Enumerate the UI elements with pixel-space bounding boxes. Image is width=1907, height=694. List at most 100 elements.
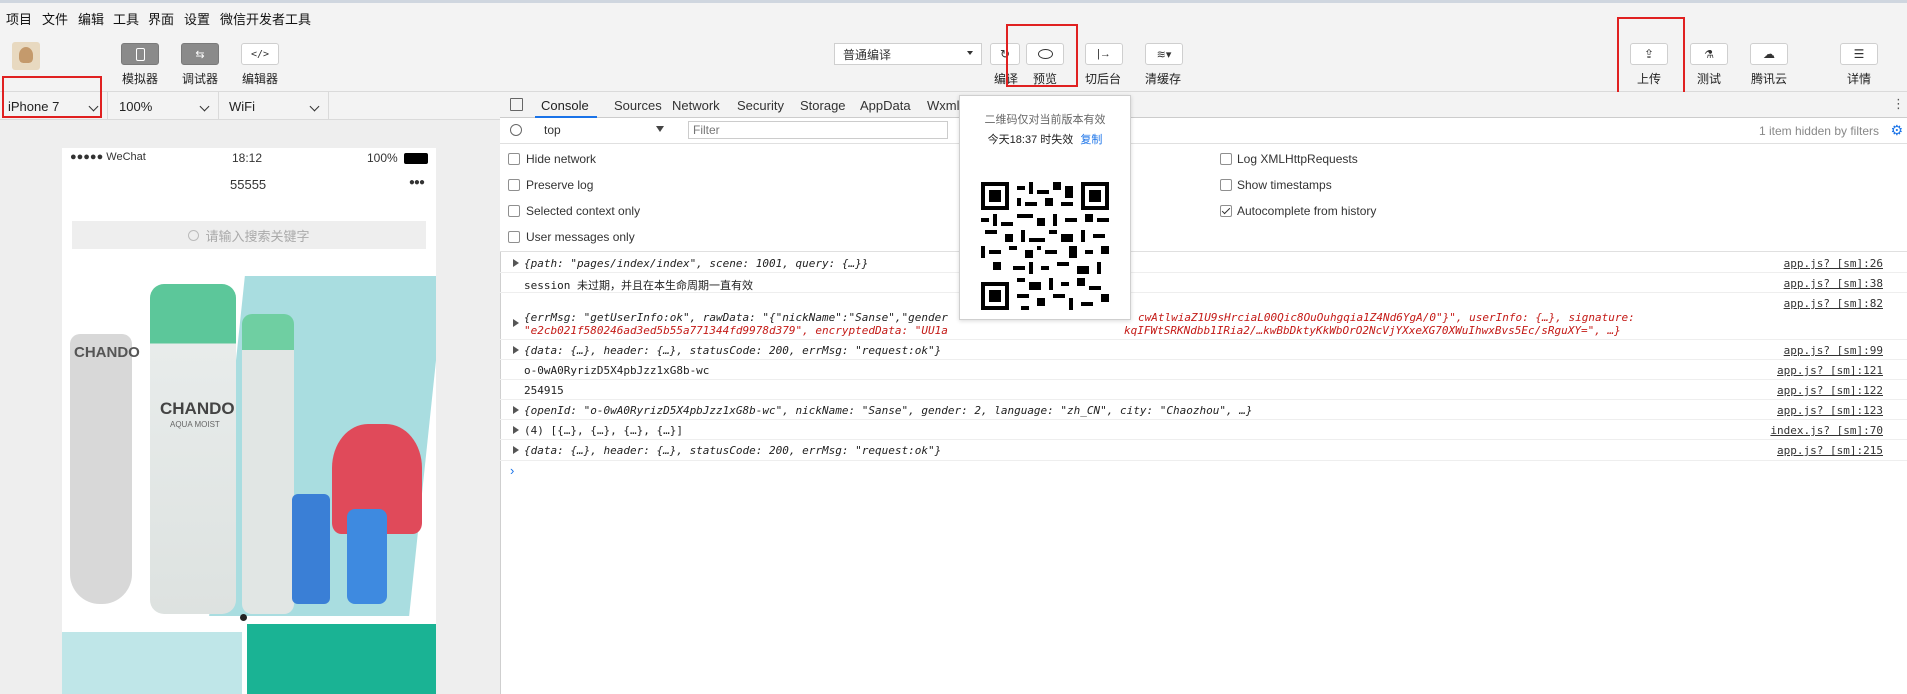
log-row[interactable]: {data: {…}, header: {…}, statusCode: 200… [500,340,1907,360]
preview-qr-popup: 二维码仅对当前版本有效 今天18:37 时失效 复制 [959,95,1131,320]
clear-console-icon[interactable] [510,124,522,136]
tab-appdata[interactable]: AppData [860,98,911,113]
log-row[interactable]: 254915 app.js? [sm]:122 [500,380,1907,400]
simulator-button[interactable] [121,43,159,65]
log-source[interactable]: app.js? [sm]:122 [1777,384,1883,397]
qr-code [981,182,1109,310]
editor-label: 编辑器 [242,72,279,86]
tab-sources[interactable]: Sources [614,98,662,113]
log-source[interactable]: app.js? [sm]:215 [1777,444,1883,457]
qr-note: 二维码仅对当前版本有效 [984,114,1106,126]
background-button[interactable]: |→ [1085,43,1123,65]
log-text: {errMsg: "getUserInfo:ok", rawData: "{"n… [524,311,948,324]
status-battery: 100% [367,151,398,165]
compile-mode-select[interactable]: 普通编译 [834,43,982,65]
menu-tools[interactable]: 工具 [113,9,139,28]
phone-screen[interactable]: ●●●●● WeChat 18:12 100% 55555 ●●● 请输入搜索关… [62,148,436,694]
console-filter-input[interactable] [688,121,948,139]
product-banner[interactable]: CHANDO CHANDO AQUA MOIST [62,264,436,624]
menu-file[interactable]: 文件 [42,9,68,28]
menu-project[interactable]: 项目 [6,9,32,28]
zoom-value: 100% [119,98,153,114]
details-label: 详情 [1847,72,1872,86]
label-user-messages: User messages only [526,230,635,244]
checkbox-selected-context[interactable] [508,205,520,217]
checkbox-preserve-log[interactable] [508,179,520,191]
clear-cache-button[interactable]: ≋▾ [1145,43,1183,65]
tab-storage[interactable]: Storage [800,98,846,113]
tab-console[interactable]: Console [541,98,589,113]
simulator-label: 模拟器 [122,72,159,86]
log-source[interactable]: app.js? [sm]:26 [1784,257,1883,270]
product-thumb[interactable] [62,632,242,694]
checkbox-user-messages[interactable] [508,231,520,243]
log-row[interactable]: {errMsg: "getUserInfo:ok", rawData: "{"n… [500,293,1907,340]
debug-icon: ⇆ [195,48,205,61]
expand-triangle-icon[interactable] [513,406,519,414]
console-prompt-icon[interactable]: › [510,463,514,478]
checkbox-show-timestamps[interactable] [1220,179,1232,191]
zoom-select[interactable]: 100% [111,92,219,120]
tab-security[interactable]: Security [737,98,784,113]
log-row[interactable]: {openId: "o-0wA0RyrizD5X4pbJzz1xG8b-wc",… [500,400,1907,420]
log-row[interactable]: (4) [{…}, {…}, {…}, {…}] index.js? [sm]:… [500,420,1907,440]
context-select[interactable]: top [536,120,672,140]
status-carrier: ●●●●● WeChat [70,151,146,163]
menu-wechat-devtools[interactable]: 微信开发者工具 [220,9,311,28]
tab-wxml[interactable]: Wxml [927,98,960,113]
checkbox-autocomplete[interactable] [1220,205,1232,217]
log-source[interactable]: app.js? [sm]:38 [1784,277,1883,290]
checkbox-log-xhr[interactable] [1220,153,1232,165]
log-source[interactable]: app.js? [sm]:121 [1777,364,1883,377]
log-row[interactable]: o-0wA0RyrizD5X4pbJzz1xG8b-wc app.js? [sm… [500,360,1907,380]
battery-icon [404,153,428,164]
phone-icon [135,47,145,61]
expand-triangle-icon[interactable] [513,426,519,434]
label-autocomplete: Autocomplete from history [1237,204,1377,218]
product-thumb-2[interactable] [247,624,436,694]
more-icon[interactable]: ●●● [409,177,425,188]
test-button[interactable]: ⚗ [1690,43,1728,65]
more-vert-icon[interactable]: ⋮ [1892,96,1905,112]
inspect-icon[interactable] [510,98,523,111]
highlight-preview [1006,24,1078,87]
menu-view[interactable]: 界面 [148,9,174,28]
details-button[interactable]: ☰ [1840,43,1878,65]
copy-link[interactable]: 复制 [1080,134,1102,146]
highlight-upload [1617,17,1685,99]
gear-icon[interactable]: ⚙ [1890,122,1903,139]
debugger-label: 调试器 [182,72,219,86]
log-row[interactable]: {data: {…}, header: {…}, statusCode: 200… [500,440,1907,461]
tab-network[interactable]: Network [672,98,720,113]
page-title: 55555 [230,177,267,192]
menu-edit[interactable]: 编辑 [78,9,104,28]
user-avatar[interactable] [12,42,40,70]
log-source[interactable]: index.js? [sm]:70 [1770,424,1883,437]
checkbox-hide-network[interactable] [508,153,520,165]
background-label: 切后台 [1085,72,1122,86]
log-source[interactable]: app.js? [sm]:123 [1777,404,1883,417]
debugger-button[interactable]: ⇆ [181,43,219,65]
menu-settings[interactable]: 设置 [184,9,210,28]
log-text-line2: "e2cb021f580246ad3ed5b55a771344fd9978d37… [524,324,948,337]
cloud-icon: ☁ [1763,47,1775,61]
hidden-items-note: 1 item hidden by filters [1758,124,1879,138]
log-source[interactable]: app.js? [sm]:99 [1784,344,1883,357]
carousel-dot[interactable] [240,614,247,621]
expand-triangle-icon[interactable] [513,319,519,327]
log-row[interactable]: session 未过期，并且在本生命周期一直有效 app.js? [sm]:38 [500,273,1907,293]
search-bar[interactable]: 请输入搜索关键字 [72,221,426,249]
test-label: 测试 [1697,72,1722,86]
devtools-tabs: Console Sources Network Security Storage… [500,92,1907,118]
network-value: WiFi [229,98,255,114]
label-preserve-log: Preserve log [526,178,594,192]
log-row[interactable]: {path: "pages/index/index", scene: 1001,… [500,253,1907,273]
expand-triangle-icon[interactable] [513,446,519,454]
editor-button[interactable]: </> [241,43,279,65]
expand-triangle-icon[interactable] [513,259,519,267]
network-select[interactable]: WiFi [221,92,329,120]
expand-triangle-icon[interactable] [513,346,519,354]
console-filter-bar: top 1 item hidden by filters ⚙ [500,118,1907,144]
tencent-cloud-button[interactable]: ☁ [1750,43,1788,65]
log-source[interactable]: app.js? [sm]:82 [1784,297,1883,310]
